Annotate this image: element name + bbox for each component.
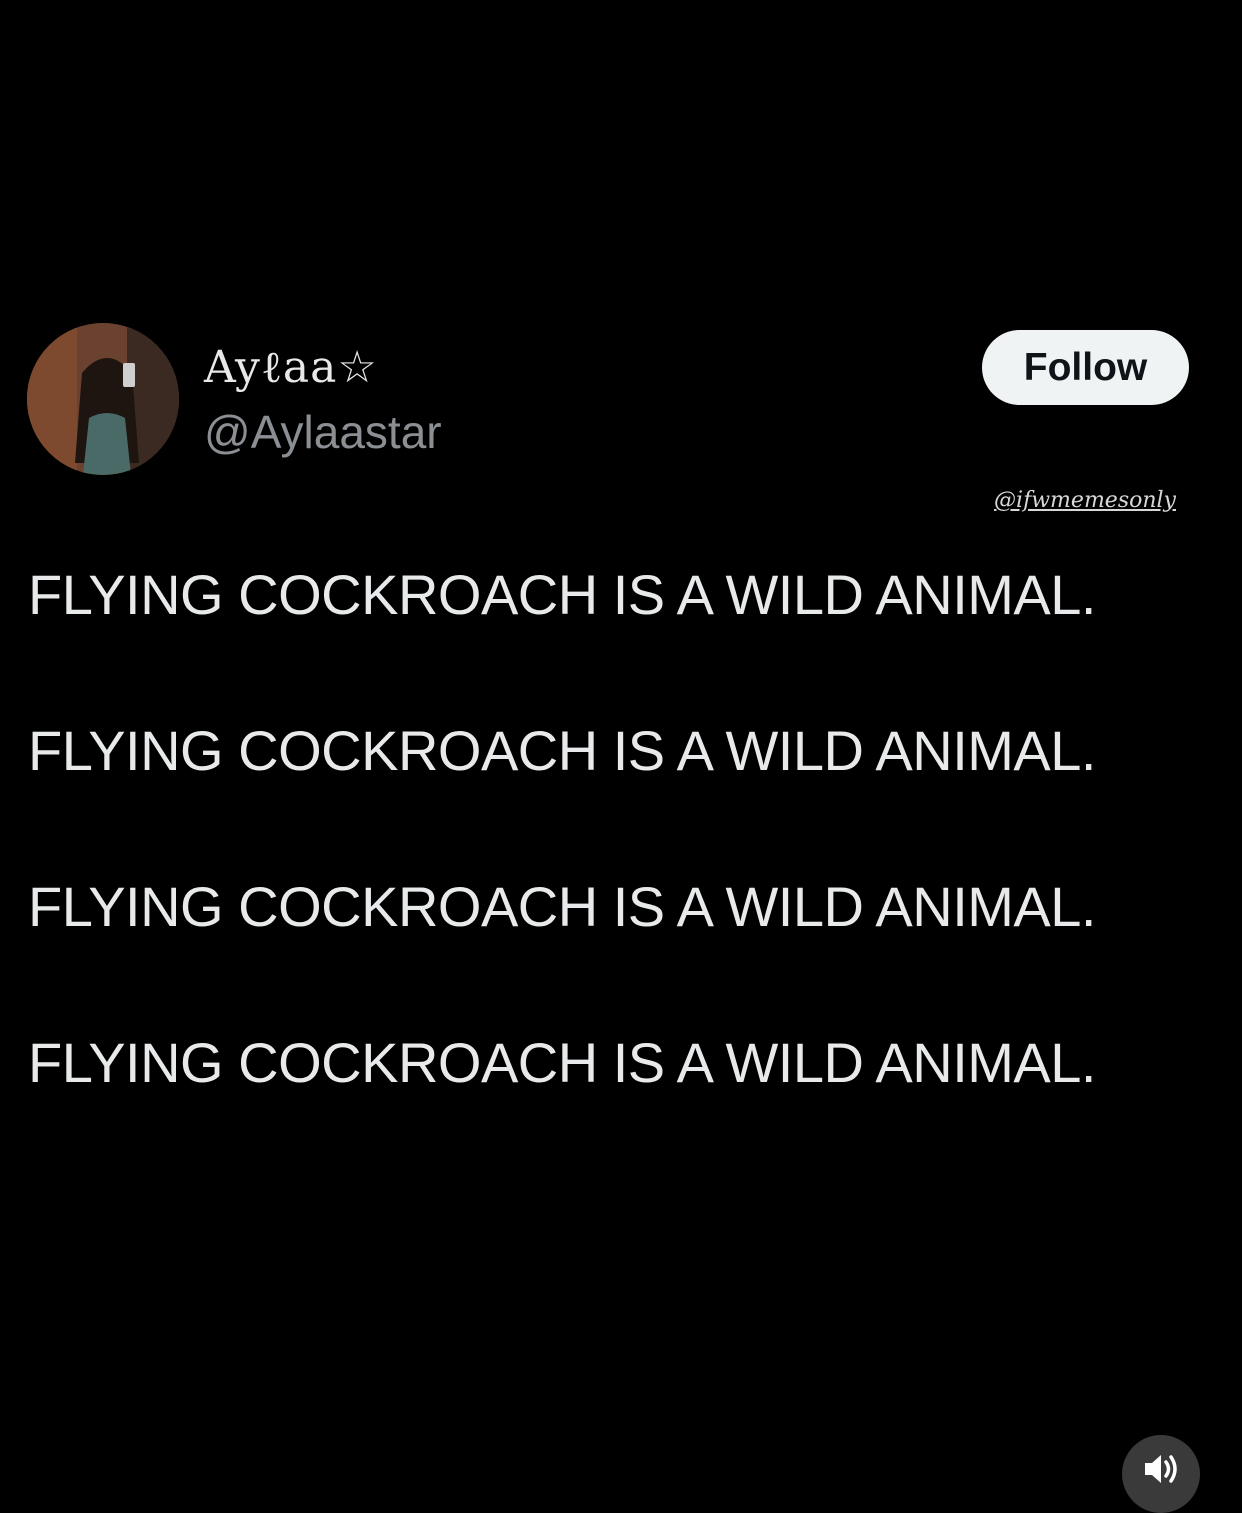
avatar-photo: [27, 323, 179, 475]
tweet-text-line: FLYING COCKROACH IS A WILD ANIMAL.: [28, 719, 1096, 782]
user-handle[interactable]: @Aylaastar: [204, 402, 442, 462]
display-name[interactable]: Ayℓaa☆: [204, 338, 378, 398]
tweet-text-line: FLYING COCKROACH IS A WILD ANIMAL.: [28, 563, 1096, 626]
avatar[interactable]: [27, 323, 179, 475]
watermark: @ifwmemesonly: [994, 488, 1176, 513]
tweet-text-line: FLYING COCKROACH IS A WILD ANIMAL.: [28, 1031, 1096, 1094]
tweet-text-line: FLYING COCKROACH IS A WILD ANIMAL.: [28, 875, 1096, 938]
follow-button[interactable]: Follow: [982, 330, 1189, 405]
audio-toggle-button[interactable]: [1122, 1435, 1200, 1513]
speaker-volume-icon: [1145, 1455, 1177, 1483]
